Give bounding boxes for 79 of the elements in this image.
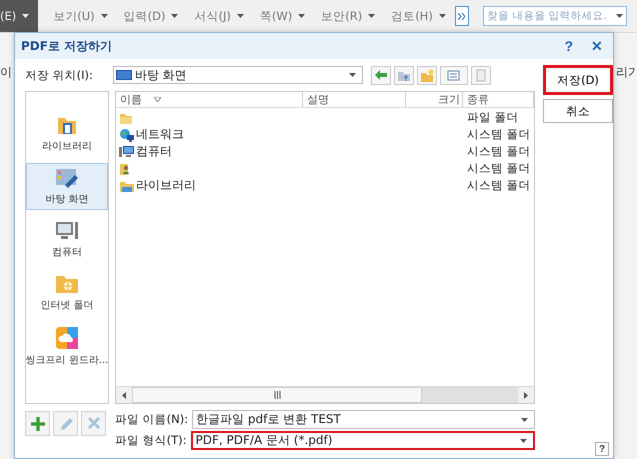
double-chevron-icon (458, 12, 466, 20)
cloud-app-icon (55, 326, 79, 350)
file-type: 시스템 폴더 (466, 144, 532, 159)
place-item[interactable]: 인터넷 폴더 (26, 269, 108, 316)
computer-icon (55, 220, 79, 242)
file-type-label: 파일 형식(T): (115, 433, 187, 448)
more-menu-button[interactable] (454, 6, 469, 26)
menu-item[interactable]: (E) (0, 0, 38, 32)
search-field[interactable]: 찾을 내용을 입력하세요. (483, 6, 627, 26)
dropdown-caret-icon (616, 14, 623, 18)
dropdown-caret-icon (22, 14, 30, 18)
save-button[interactable]: 저장(D) (543, 65, 613, 95)
cancel-button[interactable]: 취소 (543, 99, 613, 123)
place-item[interactable]: 라이브러리 (26, 110, 108, 157)
menu-item[interactable]: 쪽(W) (252, 0, 314, 32)
plus-icon (30, 416, 44, 432)
scroll-left-icon (122, 392, 126, 398)
sort-indicator-icon (154, 97, 161, 102)
grip-icon (274, 391, 280, 399)
file-type: 시스템 폴더 (466, 178, 532, 193)
place-item[interactable]: 컴퓨터 (26, 216, 108, 263)
save-location-label: 저장 위치(I): (25, 68, 93, 82)
column-header[interactable]: 종류 (463, 92, 534, 107)
monitor-icon (116, 69, 132, 81)
help-button[interactable]: ? (595, 442, 609, 456)
menu-item[interactable]: 보안(R) (314, 0, 384, 32)
dropdown-caret-icon (298, 14, 306, 18)
file-type: 시스템 폴더 (466, 161, 532, 176)
dropdown-caret-icon (520, 438, 527, 442)
close-button[interactable]: ✕ (591, 38, 603, 54)
file-name[interactable]: 라이브러리 (136, 177, 196, 194)
new-folder-icon (420, 68, 434, 82)
document-icon (474, 68, 488, 82)
delete-button[interactable] (81, 411, 106, 436)
save-location-dropdown[interactable]: 바탕 화면 (112, 66, 363, 84)
dropdown-caret-icon (100, 14, 108, 18)
globe-network-icon (119, 128, 135, 142)
add-button[interactable] (25, 411, 50, 436)
file-name[interactable]: 컴퓨터 (136, 143, 172, 160)
file-type: 시스템 폴더 (466, 127, 532, 142)
place-item[interactable]: 씽크프리 윈드라... (26, 322, 108, 371)
file-type-dropdown[interactable]: PDF, PDF/A 문서 (*.pdf) (190, 431, 535, 450)
column-header[interactable]: 설명 (303, 92, 406, 107)
menu-item[interactable]: 보기(U) (46, 0, 117, 32)
dropdown-caret-icon (438, 14, 446, 18)
file-name[interactable]: 네트워크 (136, 126, 184, 143)
dialog-title: PDF로 저장하기 (21, 38, 114, 54)
back-button[interactable] (370, 66, 391, 84)
computer-icon (119, 144, 135, 158)
edit-button[interactable] (53, 411, 78, 436)
globe-folder-icon (55, 273, 79, 295)
up-folder-button[interactable] (394, 66, 414, 84)
help-button[interactable]: ? (564, 38, 573, 54)
horizontal-scrollbar[interactable] (116, 386, 534, 403)
menu-item[interactable]: 검토(H) (384, 0, 455, 32)
dropdown-caret-icon (236, 14, 244, 18)
dropdown-caret-icon (368, 14, 376, 18)
dropdown-caret-icon (521, 418, 528, 422)
file-type: 파일 폴더 (466, 110, 520, 125)
column-header[interactable]: 크기 (406, 92, 463, 107)
file-name-label: 파일 이름(N): (115, 412, 188, 427)
menu-item[interactable]: 입력(D) (116, 0, 188, 32)
column-header[interactable]: 이름 (116, 92, 303, 107)
menu-item[interactable]: 서식(J) (187, 0, 253, 32)
left-arrow-icon (374, 68, 388, 82)
list-view-icon (446, 68, 461, 82)
dropdown-caret-icon (348, 73, 356, 77)
cross-icon (86, 416, 100, 432)
toolbar-label: 리기 (616, 64, 637, 81)
pencil-icon (58, 416, 72, 432)
file-name-dropdown[interactable]: 한글파일 pdf로 변환 TEST (192, 410, 535, 429)
scroll-right-icon (524, 392, 528, 398)
toolbar-label: 이 (0, 64, 12, 81)
view-menu-button[interactable] (440, 66, 468, 84)
new-folder-button[interactable] (416, 66, 437, 84)
desktop-icon (55, 167, 79, 189)
place-item[interactable]: 바탕 화면 (26, 163, 108, 210)
dropdown-caret-icon (171, 14, 178, 18)
desktop-button[interactable] (470, 66, 491, 84)
